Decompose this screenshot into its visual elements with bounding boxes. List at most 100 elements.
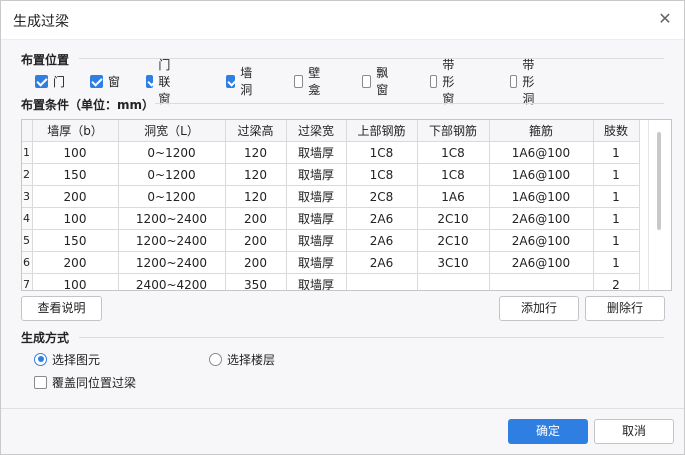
cell-top-rebar[interactable]: 2A6 <box>346 229 418 252</box>
cell-bottom-rebar[interactable] <box>417 273 490 290</box>
col-header-lintel-width[interactable]: 过梁宽 <box>286 120 347 142</box>
cell-top-rebar[interactable]: 1C8 <box>346 163 418 186</box>
cell-top-rebar[interactable]: 1C8 <box>346 141 418 164</box>
view-help-button[interactable]: 查看说明 <box>21 296 102 321</box>
checkbox-door[interactable]: 门 <box>35 73 65 89</box>
cell-lintel-width[interactable]: 取墙厚 <box>286 141 347 164</box>
table-scrollbar[interactable] <box>648 120 671 290</box>
checkbox-strip-opening-box[interactable] <box>510 74 518 88</box>
col-header-stirrup[interactable]: 箍筋 <box>489 120 594 142</box>
cell-opening-width[interactable]: 1200~2400 <box>118 251 226 274</box>
cell-stirrup[interactable]: 1A6@100 <box>489 185 594 208</box>
cell-bottom-rebar[interactable]: 1C8 <box>417 163 490 186</box>
cell-wall-thickness[interactable]: 200 <box>32 185 119 208</box>
conditions-table[interactable]: 墙厚（b） 洞宽（L） 过梁高 过梁宽 上部钢筋 下部钢筋 箍筋 肢数 1 100… <box>21 119 672 291</box>
col-header-lintel-height[interactable]: 过梁高 <box>225 120 287 142</box>
cell-stirrup[interactable]: 2A6@100 <box>489 207 594 230</box>
table-row[interactable]: 6 200 1200~2400 200 取墙厚 2A6 3C10 2A6@100 1 <box>22 251 640 274</box>
cell-lintel-width[interactable]: 取墙厚 <box>286 251 347 274</box>
col-header-legs[interactable]: 肢数 <box>593 120 640 142</box>
cell-stirrup[interactable]: 2A6@100 <box>489 251 594 274</box>
checkbox-niche-box[interactable] <box>294 74 304 88</box>
checkbox-niche[interactable]: 壁龛 <box>294 66 324 97</box>
cell-opening-width[interactable]: 1200~2400 <box>118 207 226 230</box>
cell-stirrup[interactable]: 1A6@100 <box>489 141 594 164</box>
col-header-wall-thickness[interactable]: 墙厚（b） <box>32 120 119 142</box>
checkbox-door-window[interactable]: 门联窗 <box>146 58 176 106</box>
cell-lintel-width[interactable]: 取墙厚 <box>286 229 347 252</box>
cell-top-rebar[interactable] <box>346 273 418 290</box>
cell-lintel-width[interactable]: 取墙厚 <box>286 273 347 290</box>
cell-lintel-width[interactable]: 取墙厚 <box>286 207 347 230</box>
cell-top-rebar[interactable]: 2A6 <box>346 251 418 274</box>
table-scroll-thumb[interactable] <box>657 132 661 230</box>
delete-row-button[interactable]: 删除行 <box>585 296 665 321</box>
cell-opening-width[interactable]: 0~1200 <box>118 185 226 208</box>
checkbox-overwrite[interactable]: 覆盖同位置过梁 <box>34 374 136 390</box>
cell-opening-width[interactable]: 1200~2400 <box>118 229 226 252</box>
add-row-button[interactable]: 添加行 <box>499 296 579 321</box>
table-row[interactable]: 3 200 0~1200 120 取墙厚 2C8 1A6 1A6@100 1 <box>22 185 640 208</box>
cell-legs[interactable]: 1 <box>593 207 640 230</box>
table-row[interactable]: 5 150 1200~2400 200 取墙厚 2A6 2C10 2A6@100 1 <box>22 229 640 252</box>
checkbox-wall-opening-box[interactable] <box>226 74 236 88</box>
cell-wall-thickness[interactable]: 100 <box>32 141 119 164</box>
cell-bottom-rebar[interactable]: 2C10 <box>417 207 490 230</box>
checkbox-window-box[interactable] <box>90 74 103 88</box>
cell-legs[interactable]: 1 <box>593 141 640 164</box>
col-header-opening-width[interactable]: 洞宽（L） <box>118 120 226 142</box>
cell-wall-thickness[interactable]: 100 <box>32 273 119 290</box>
cell-wall-thickness[interactable]: 150 <box>32 229 119 252</box>
cell-wall-thickness[interactable]: 150 <box>32 163 119 186</box>
table-row[interactable]: 2 150 0~1200 120 取墙厚 1C8 1C8 1A6@100 1 <box>22 163 640 186</box>
cell-opening-width[interactable]: 2400~4200 <box>118 273 226 290</box>
cell-top-rebar[interactable]: 2A6 <box>346 207 418 230</box>
cell-bottom-rebar[interactable]: 2C10 <box>417 229 490 252</box>
cancel-button[interactable]: 取消 <box>594 419 674 444</box>
checkbox-bay-window[interactable]: 飘窗 <box>362 66 392 97</box>
cell-wall-thickness[interactable]: 200 <box>32 251 119 274</box>
col-header-bottom-rebar[interactable]: 下部钢筋 <box>417 120 490 142</box>
cell-lintel-width[interactable]: 取墙厚 <box>286 163 347 186</box>
cell-lintel-height[interactable]: 200 <box>225 229 287 252</box>
ok-button[interactable]: 确定 <box>508 419 588 444</box>
checkbox-door-box[interactable] <box>35 74 48 88</box>
col-header-top-rebar[interactable]: 上部钢筋 <box>346 120 418 142</box>
cell-lintel-height[interactable]: 120 <box>225 141 287 164</box>
cell-legs[interactable]: 2 <box>593 273 640 290</box>
cell-legs[interactable]: 1 <box>593 251 640 274</box>
cell-top-rebar[interactable]: 2C8 <box>346 185 418 208</box>
table-row[interactable]: 1 100 0~1200 120 取墙厚 1C8 1C8 1A6@100 1 <box>22 141 640 164</box>
radio-select-element[interactable]: 选择图元 <box>34 351 100 367</box>
checkbox-bay-window-box[interactable] <box>362 74 372 88</box>
cell-stirrup[interactable]: 1A6@100 <box>489 163 594 186</box>
checkbox-window[interactable]: 窗 <box>90 73 120 89</box>
cell-lintel-height[interactable]: 200 <box>225 207 287 230</box>
checkbox-strip-opening[interactable]: 带形洞 <box>510 58 540 106</box>
cell-legs[interactable]: 1 <box>593 163 640 186</box>
cell-lintel-height[interactable]: 200 <box>225 251 287 274</box>
cell-stirrup[interactable] <box>489 273 594 290</box>
cell-legs[interactable]: 1 <box>593 185 640 208</box>
checkbox-door-window-box[interactable] <box>146 74 154 88</box>
cell-opening-width[interactable]: 0~1200 <box>118 141 226 164</box>
cell-bottom-rebar[interactable]: 1C8 <box>417 141 490 164</box>
cell-lintel-width[interactable]: 取墙厚 <box>286 185 347 208</box>
table-row[interactable]: 4 100 1200~2400 200 取墙厚 2A6 2C10 2A6@100 1 <box>22 207 640 230</box>
checkbox-strip-window-box[interactable] <box>430 74 438 88</box>
checkbox-wall-opening[interactable]: 墙洞 <box>226 66 256 97</box>
table-row[interactable]: 7 100 2400~4200 350 取墙厚 2 <box>22 273 640 290</box>
cell-lintel-height[interactable]: 350 <box>225 273 287 290</box>
checkbox-overwrite-box[interactable] <box>34 375 47 389</box>
radio-select-floor-dot[interactable] <box>209 352 222 366</box>
radio-select-floor[interactable]: 选择楼层 <box>209 351 275 367</box>
cell-bottom-rebar[interactable]: 1A6 <box>417 185 490 208</box>
cell-legs[interactable]: 1 <box>593 229 640 252</box>
checkbox-strip-window[interactable]: 带形窗 <box>430 58 460 106</box>
cell-wall-thickness[interactable]: 100 <box>32 207 119 230</box>
cell-lintel-height[interactable]: 120 <box>225 163 287 186</box>
radio-select-element-dot[interactable] <box>34 352 47 366</box>
cell-opening-width[interactable]: 0~1200 <box>118 163 226 186</box>
cell-stirrup[interactable]: 2A6@100 <box>489 229 594 252</box>
cell-lintel-height[interactable]: 120 <box>225 185 287 208</box>
